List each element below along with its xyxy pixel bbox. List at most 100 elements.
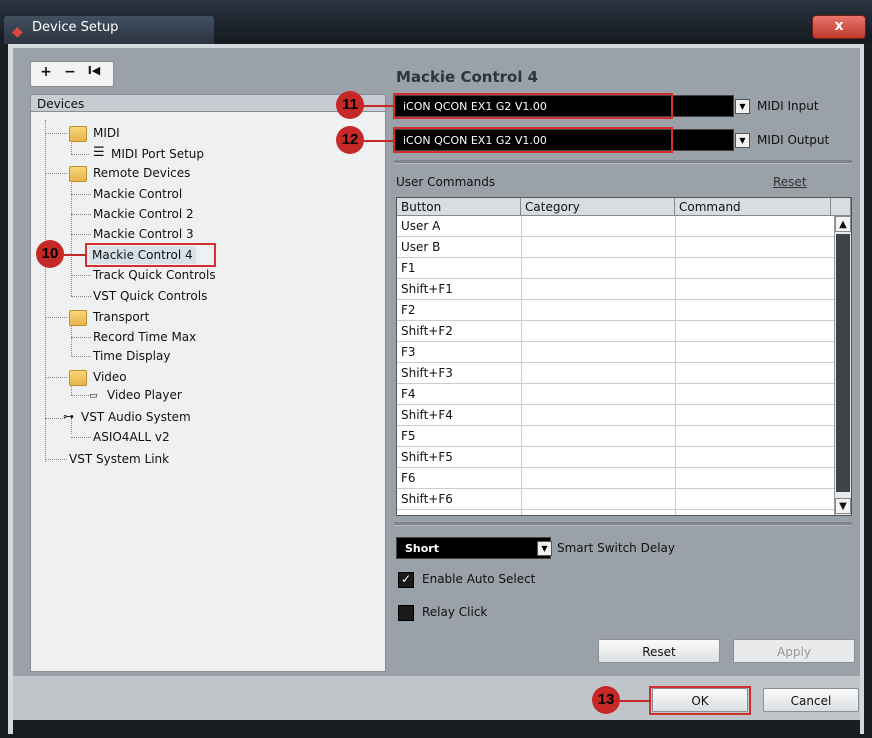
row-button-name: F6 bbox=[401, 471, 416, 485]
user-commands-table: Button Category Command User A User B F1… bbox=[396, 197, 852, 516]
tree-item-mackie-control-2[interactable]: Mackie Control 2 bbox=[93, 205, 194, 223]
smart-switch-delay-label: Smart Switch Delay bbox=[557, 541, 676, 555]
callout-line-10 bbox=[64, 254, 86, 256]
app-icon: ◆ bbox=[12, 24, 23, 40]
callout-line-11 bbox=[364, 105, 394, 107]
callout-box-10 bbox=[85, 243, 216, 267]
devices-header: Devices bbox=[30, 94, 386, 112]
close-button[interactable]: x bbox=[812, 15, 866, 39]
window-title: Device Setup bbox=[32, 20, 119, 35]
user-commands-reset-link[interactable]: Reset bbox=[773, 175, 807, 189]
table-row[interactable]: Shift+F6 bbox=[397, 489, 834, 510]
tree-item-vst-quick-controls[interactable]: VST Quick Controls bbox=[93, 287, 207, 305]
table-row[interactable]: F4 bbox=[397, 384, 834, 405]
row-button-name: Shift+F5 bbox=[401, 450, 453, 464]
midi-output-label: MIDI Output bbox=[757, 133, 830, 147]
table-row[interactable]: Shift+F3 bbox=[397, 363, 834, 384]
tree-item-vst-system-link[interactable]: VST System Link bbox=[69, 450, 169, 468]
enable-auto-select-label: Enable Auto Select bbox=[422, 572, 536, 586]
table-row[interactable]: F5 bbox=[397, 426, 834, 447]
tree-item-time-display[interactable]: Time Display bbox=[93, 347, 170, 365]
row-button-name: Shift+F6 bbox=[401, 492, 453, 506]
apply-button[interactable]: Apply bbox=[733, 639, 855, 663]
row-button-name: Shift+F2 bbox=[401, 324, 453, 338]
column-divider bbox=[675, 216, 676, 515]
tree-item-vst-audio-system[interactable]: VST Audio System bbox=[81, 408, 191, 426]
row-button-name: F5 bbox=[401, 429, 416, 443]
table-row[interactable]: F2 bbox=[397, 300, 834, 321]
row-button-name: F4 bbox=[401, 387, 416, 401]
window-bottom-edge bbox=[13, 720, 860, 734]
callout-badge-10: 10 bbox=[36, 240, 64, 268]
callout-line-12 bbox=[364, 140, 394, 142]
column-header-button[interactable]: Button bbox=[397, 198, 521, 216]
folder-icon bbox=[69, 370, 87, 386]
audio-system-icon: ⊶ bbox=[63, 410, 74, 423]
callout-badge-12: 12 bbox=[336, 126, 364, 154]
table-row[interactable]: Shift+F2 bbox=[397, 321, 834, 342]
table-row[interactable]: Shift+F5 bbox=[397, 447, 834, 468]
row-button-name: User A bbox=[401, 219, 441, 233]
table-row[interactable]: F3 bbox=[397, 342, 834, 363]
tree-item-midi[interactable]: MIDI bbox=[93, 124, 120, 142]
row-button-name: Shift+F4 bbox=[401, 408, 453, 422]
remove-device-button[interactable]: − bbox=[59, 64, 81, 84]
divider bbox=[394, 522, 852, 526]
callout-badge-13: 13 bbox=[592, 686, 620, 714]
relay-click-label: Relay Click bbox=[422, 605, 488, 619]
tree-item-remote-devices[interactable]: Remote Devices bbox=[93, 164, 190, 182]
tree-item-transport[interactable]: Transport bbox=[93, 308, 149, 326]
row-button-name: F1 bbox=[401, 261, 416, 275]
user-commands-label: User Commands bbox=[396, 175, 496, 189]
chevron-up-icon[interactable]: ▲ bbox=[835, 216, 851, 232]
callout-badge-11: 11 bbox=[336, 91, 364, 119]
enable-auto-select-checkbox[interactable]: ✓ bbox=[398, 572, 414, 588]
table-row[interactable]: User A bbox=[397, 216, 834, 237]
table-row[interactable]: F6 bbox=[397, 468, 834, 489]
chevron-down-icon[interactable]: ▼ bbox=[735, 133, 750, 148]
callout-line-13 bbox=[620, 700, 650, 702]
chevron-down-icon[interactable]: ▼ bbox=[835, 498, 851, 514]
tree-item-video-player[interactable]: Video Player bbox=[107, 386, 182, 404]
table-row[interactable]: Shift+F4 bbox=[397, 405, 834, 426]
row-button-name: User B bbox=[401, 240, 441, 254]
device-toolbar: + − I◀ bbox=[30, 61, 114, 87]
cancel-button[interactable]: Cancel bbox=[763, 688, 859, 712]
folder-icon bbox=[69, 166, 87, 182]
callout-box-12 bbox=[393, 127, 673, 153]
midi-port-icon: ☰ bbox=[93, 145, 105, 160]
callout-box-13 bbox=[649, 686, 751, 715]
device-title: Mackie Control 4 bbox=[396, 68, 539, 86]
tree-item-midi-port-setup[interactable]: MIDI Port Setup bbox=[111, 145, 204, 163]
relay-click-checkbox[interactable] bbox=[398, 605, 414, 621]
vertical-scrollbar[interactable]: ▲ ▼ bbox=[834, 216, 851, 515]
smart-switch-delay-select[interactable]: Short bbox=[396, 537, 551, 559]
add-device-button[interactable]: + bbox=[35, 64, 57, 84]
midi-input-label: MIDI Input bbox=[757, 99, 819, 113]
scrollbar-thumb[interactable] bbox=[836, 234, 850, 492]
table-row[interactable]: Shift+F1 bbox=[397, 279, 834, 300]
tree-item-mackie-control-3[interactable]: Mackie Control 3 bbox=[93, 225, 194, 243]
folder-icon bbox=[69, 310, 87, 326]
tree-item-asio4all[interactable]: ASIO4ALL v2 bbox=[93, 428, 170, 446]
chevron-down-icon[interactable]: ▼ bbox=[537, 541, 552, 556]
tree-item-video[interactable]: Video bbox=[93, 368, 127, 386]
tree-item-record-time-max[interactable]: Record Time Max bbox=[93, 328, 196, 346]
row-button-name: Shift+F1 bbox=[401, 282, 453, 296]
reset-button[interactable]: Reset bbox=[598, 639, 720, 663]
table-row[interactable]: User B bbox=[397, 237, 834, 258]
video-player-icon: ▭ bbox=[89, 391, 98, 401]
reset-device-button[interactable]: I◀ bbox=[83, 64, 105, 84]
tree-item-mackie-control[interactable]: Mackie Control bbox=[93, 185, 182, 203]
column-header-category[interactable]: Category bbox=[521, 198, 675, 216]
chevron-down-icon[interactable]: ▼ bbox=[735, 99, 750, 114]
row-button-name: Shift+F3 bbox=[401, 366, 453, 380]
table-row[interactable]: F1 bbox=[397, 258, 834, 279]
folder-icon bbox=[69, 126, 87, 142]
callout-box-11 bbox=[393, 93, 673, 119]
column-header-spacer bbox=[831, 198, 851, 216]
column-divider bbox=[521, 216, 522, 515]
tree-item-track-quick-controls[interactable]: Track Quick Controls bbox=[93, 266, 216, 284]
column-header-command[interactable]: Command bbox=[675, 198, 831, 216]
title-bar: ◆ Device Setup x bbox=[0, 0, 872, 44]
